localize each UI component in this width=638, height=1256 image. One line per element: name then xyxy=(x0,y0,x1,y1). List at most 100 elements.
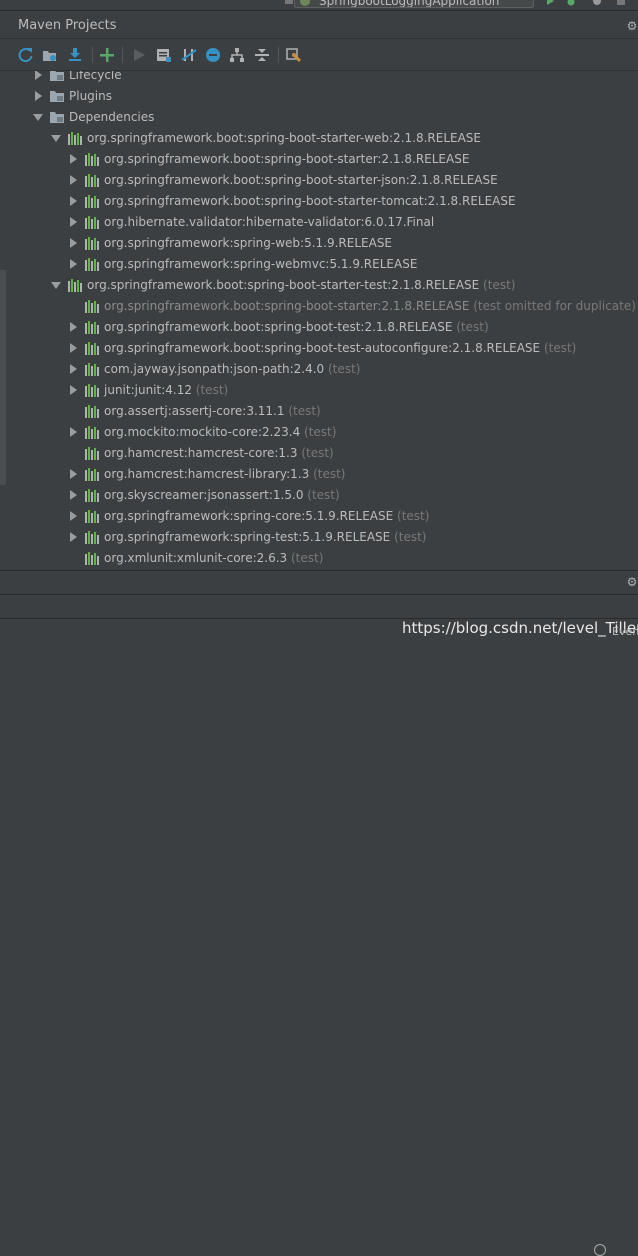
tree-row[interactable]: org.assertj:assertj-core:3.11.1 (test) xyxy=(0,401,638,422)
tree-item-label: org.mockito:mockito-core:2.23.4 (test) xyxy=(104,422,336,443)
tree-item-label: org.hamcrest:hamcrest-library:1.3 (test) xyxy=(104,464,345,485)
skip-tests-icon[interactable] xyxy=(204,46,222,64)
run-configuration-label: SpringbootLoggingApplication xyxy=(319,0,500,8)
tree-row[interactable]: Lifecycle xyxy=(0,71,638,86)
collapse-arrow-icon[interactable] xyxy=(70,154,77,164)
tree-row[interactable]: org.hibernate.validator:hibernate-valida… xyxy=(0,212,638,233)
tree-item-label: junit:junit:4.12 (test) xyxy=(104,380,228,401)
collapse-arrow-icon[interactable] xyxy=(70,175,77,185)
coverage-icon[interactable] xyxy=(592,0,602,6)
artifact-name: com.jayway.jsonpath:json-path:2.4.0 xyxy=(104,362,325,376)
scrollbar-thumb[interactable] xyxy=(0,270,6,485)
collapse-arrow-icon[interactable] xyxy=(70,322,77,332)
tree-row[interactable]: org.springframework.boot:spring-boot-sta… xyxy=(0,296,638,317)
tree-item-label: org.springframework:spring-web:5.1.9.REL… xyxy=(104,233,392,254)
spring-boot-icon xyxy=(300,0,310,6)
tree-row[interactable]: org.xmlunit:xmlunit-core:2.6.3 (test) xyxy=(0,548,638,569)
tree-row[interactable]: com.jayway.jsonpath:json-path:2.4.0 (tes… xyxy=(0,359,638,380)
collapse-arrow-icon[interactable] xyxy=(70,469,77,479)
show-dependencies-icon[interactable] xyxy=(228,46,246,64)
maven-toolbar xyxy=(0,40,638,71)
watermark: https://blog.csdn.net/level_Tiller xyxy=(402,619,638,637)
tree-row[interactable]: org.hamcrest:hamcrest-core:1.3 (test) xyxy=(0,443,638,464)
tree-row[interactable]: org.hamcrest:hamcrest-library:1.3 (test) xyxy=(0,464,638,485)
tree-row[interactable]: org.springframework:spring-core:5.1.9.RE… xyxy=(0,506,638,527)
maven-settings-icon[interactable] xyxy=(285,46,303,64)
toolbar-separator xyxy=(92,47,93,63)
tree-row[interactable]: org.springframework.boot:spring-boot-sta… xyxy=(0,170,638,191)
collapse-arrow-icon[interactable] xyxy=(70,238,77,248)
library-icon xyxy=(85,300,99,313)
refresh-icon[interactable] xyxy=(17,46,35,64)
artifact-name: org.springframework.boot:spring-boot-tes… xyxy=(104,341,541,355)
tree-item-label: org.springframework.boot:spring-boot-tes… xyxy=(104,317,489,338)
tree-row[interactable]: org.springframework.boot:spring-boot-tes… xyxy=(0,338,638,359)
event-log-label[interactable]: Even xyxy=(612,625,638,638)
tree-item-label: org.springframework.boot:spring-boot-sta… xyxy=(87,275,515,296)
collapse-arrow-icon[interactable] xyxy=(70,427,77,437)
top-toolbar: SpringbootLoggingApplication xyxy=(0,0,638,11)
artifact-name: Plugins xyxy=(69,89,112,103)
tree-row[interactable]: junit:junit:4.12 (test) xyxy=(0,380,638,401)
tree-row[interactable]: org.mockito:mockito-core:2.23.4 (test) xyxy=(0,422,638,443)
run-icon[interactable] xyxy=(545,0,555,6)
folder-icon xyxy=(50,71,64,81)
toolbar-separator xyxy=(278,47,279,63)
tree-row[interactable]: Dependencies xyxy=(0,107,638,128)
collapse-arrow-icon[interactable] xyxy=(70,343,77,353)
collapse-arrow-icon[interactable] xyxy=(70,196,77,206)
toggle-offline-icon[interactable] xyxy=(180,46,198,64)
artifact-name: org.mockito:mockito-core:2.23.4 xyxy=(104,425,301,439)
tree-row[interactable]: org.springframework.boot:spring-boot-sta… xyxy=(0,149,638,170)
tree-row[interactable]: org.skyscreamer:jsonassert:1.5.0 (test) xyxy=(0,485,638,506)
execute-goal-icon[interactable] xyxy=(155,46,173,64)
tree-item-label: org.xmlunit:xmlunit-core:2.6.3 (test) xyxy=(104,548,323,569)
tree-row[interactable]: org.springframework.boot:spring-boot-tes… xyxy=(0,317,638,338)
collapse-arrow-icon[interactable] xyxy=(70,217,77,227)
artifact-name: org.springframework:spring-test:5.1.9.RE… xyxy=(104,530,391,544)
folder-icon xyxy=(50,91,64,102)
tree-row[interactable]: org.springframework.boot:spring-boot-sta… xyxy=(0,191,638,212)
tree-row[interactable]: org.springframework:spring-test:5.1.9.RE… xyxy=(0,527,638,548)
collapse-all-icon[interactable] xyxy=(253,46,271,64)
expand-arrow-icon[interactable] xyxy=(51,135,61,142)
tree-row[interactable]: org.springframework.boot:spring-boot-sta… xyxy=(0,128,638,149)
gear-icon[interactable]: ⚙ xyxy=(626,576,638,588)
collapse-arrow-icon[interactable] xyxy=(70,490,77,500)
artifact-name: org.hamcrest:hamcrest-core:1.3 xyxy=(104,446,298,460)
collapse-arrow-icon[interactable] xyxy=(35,71,42,80)
tree-row[interactable]: Plugins xyxy=(0,86,638,107)
artifact-name: org.xmlunit:xmlunit-core:2.6.3 xyxy=(104,551,288,565)
expand-arrow-icon[interactable] xyxy=(33,114,43,121)
event-log-icon[interactable] xyxy=(594,1244,606,1256)
artifact-name: org.springframework:spring-core:5.1.9.RE… xyxy=(104,509,394,523)
collapse-arrow-icon[interactable] xyxy=(70,511,77,521)
collapse-arrow-icon[interactable] xyxy=(70,385,77,395)
library-icon xyxy=(85,552,99,565)
collapse-arrow-icon[interactable] xyxy=(70,259,77,269)
run-maven-build-icon[interactable] xyxy=(130,46,148,64)
download-icon[interactable] xyxy=(66,46,84,64)
add-icon[interactable] xyxy=(98,46,116,64)
library-icon xyxy=(85,216,99,229)
tree-item-label: Dependencies xyxy=(69,107,154,128)
gear-icon[interactable]: ⚙ xyxy=(626,20,638,32)
artifact-name: junit:junit:4.12 xyxy=(104,383,192,397)
collapse-arrow-icon[interactable] xyxy=(70,364,77,374)
scope-label: (test) xyxy=(287,551,324,565)
tree-row[interactable]: org.springframework.boot:spring-boot-sta… xyxy=(0,275,638,296)
scope-label: (test) xyxy=(479,278,516,292)
collapse-arrow-icon[interactable] xyxy=(70,532,77,542)
tree-item-label: org.springframework.boot:spring-boot-tes… xyxy=(104,338,576,359)
library-icon xyxy=(85,510,99,523)
tool-window-bar: ⚙ xyxy=(0,570,638,594)
expand-arrow-icon[interactable] xyxy=(51,282,61,289)
library-icon xyxy=(85,426,99,439)
tree-row[interactable]: org.springframework:spring-webmvc:5.1.9.… xyxy=(0,254,638,275)
collapse-arrow-icon[interactable] xyxy=(35,91,42,101)
run-configuration-select[interactable]: SpringbootLoggingApplication xyxy=(294,0,534,8)
debug-icon[interactable] xyxy=(566,0,576,6)
tree-row[interactable]: org.springframework:spring-web:5.1.9.REL… xyxy=(0,233,638,254)
stop-icon[interactable] xyxy=(616,0,626,6)
generate-sources-icon[interactable] xyxy=(41,46,59,64)
